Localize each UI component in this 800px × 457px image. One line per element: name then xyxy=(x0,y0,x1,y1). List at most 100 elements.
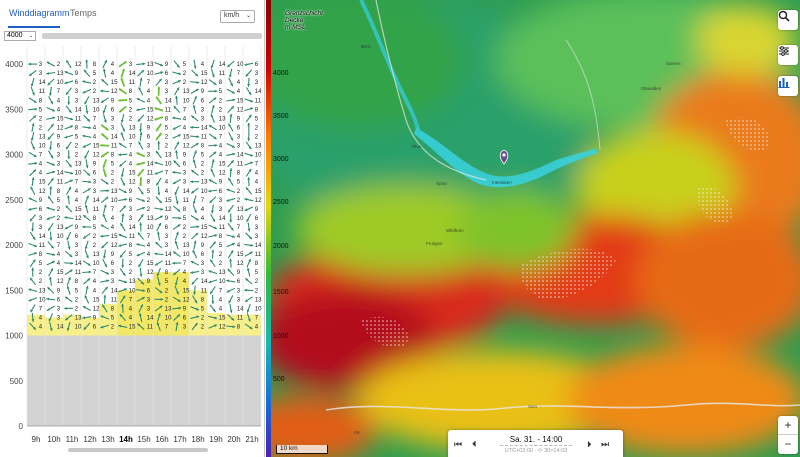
wind-arrow xyxy=(244,277,253,285)
wind-arrow xyxy=(137,168,145,177)
wind-arrow xyxy=(47,78,55,86)
wind-arrow xyxy=(155,132,163,141)
wind-speed-label: 2 xyxy=(57,207,61,213)
wind-arrow xyxy=(172,124,182,130)
wind-arrow xyxy=(118,98,128,102)
wind-arrow xyxy=(82,214,91,222)
wind-speed-label: 9 xyxy=(75,71,79,77)
wind-speed-label: 8 xyxy=(93,216,97,222)
tab-winddiagramm[interactable]: Winddiagramm xyxy=(8,8,70,28)
time-slider[interactable] xyxy=(500,445,572,447)
wind-speed-label: 5 xyxy=(147,189,151,195)
wind-arrow xyxy=(64,269,73,276)
wind-arrow xyxy=(226,287,236,293)
step-back-icon[interactable]: ⏴ xyxy=(472,439,477,450)
wind-speed-label: 12 xyxy=(129,180,136,186)
wind-arrow xyxy=(244,197,254,202)
wind-speed-label: 10 xyxy=(129,288,136,294)
wind-arrow xyxy=(84,195,89,205)
zoom-in-button[interactable]: + xyxy=(778,416,798,435)
wind-speed-label: 2 xyxy=(129,116,133,122)
map-place-label: Obwalden xyxy=(641,86,662,91)
zoom-control: + − xyxy=(778,416,798,454)
wind-arrow xyxy=(30,186,36,195)
wind-arrow xyxy=(208,97,217,104)
wind-arrow xyxy=(210,68,215,78)
wind-speed-label: 15 xyxy=(201,71,208,77)
wind-speed-label: 8 xyxy=(201,144,205,150)
wind-speed-label: 2 xyxy=(129,107,133,113)
skip-to-start-icon[interactable]: ⏮ xyxy=(454,439,462,450)
layer-settings-button[interactable] xyxy=(778,45,798,65)
wind-diagram-toggle-button[interactable] xyxy=(778,76,798,96)
wind-arrow xyxy=(67,240,71,250)
map-view[interactable]: 4000 3500 3000 2500 2000 1500 1000 500 Bern Thun… xyxy=(266,0,800,457)
wind-arrow xyxy=(229,213,233,223)
wind-arrow xyxy=(208,224,218,230)
wind-arrow xyxy=(119,268,126,277)
wind-speed-label: 12 xyxy=(75,62,82,68)
wind-arrow xyxy=(209,241,217,249)
wind-arrow xyxy=(244,296,253,303)
wind-speed-label: 3 xyxy=(165,243,169,249)
wind-diagram-chart: 0 500 1000 1500 2000 2500 3000 3500 4000 9h 10h 11h… xyxy=(0,44,265,457)
wind-speed-label: 7 xyxy=(183,261,187,267)
altitude-range-slider[interactable] xyxy=(42,33,262,39)
wind-arrow xyxy=(136,151,146,158)
wind-speed-label: 14 xyxy=(165,252,172,258)
wind-speed-label: 4 xyxy=(75,189,79,195)
wind-arrow xyxy=(100,97,109,104)
wind-arrow xyxy=(48,96,54,105)
y-tick-label: 2000 xyxy=(5,241,23,250)
wind-arrow xyxy=(82,232,91,240)
wind-speed-label: 2 xyxy=(75,306,79,312)
wind-speed-label: 11 xyxy=(165,261,172,267)
wind-arrow xyxy=(227,223,234,231)
search-button[interactable] xyxy=(778,10,798,30)
step-forward-icon[interactable]: ⏵ xyxy=(587,439,592,450)
wind-speed-label: 4 xyxy=(147,89,151,95)
zoom-out-button[interactable]: − xyxy=(778,435,798,454)
wind-speed-label: 6 xyxy=(75,80,79,86)
wind-arrow xyxy=(155,241,163,249)
wind-speed-label: 4 xyxy=(237,234,241,240)
wind-arrow xyxy=(29,277,36,286)
wind-arrow xyxy=(64,171,74,175)
wind-arrow xyxy=(192,249,198,259)
wind-speed-label: 11 xyxy=(39,89,46,95)
altitude-select[interactable]: 4000 ⌄ xyxy=(4,31,36,41)
wind-speed-label: 7 xyxy=(147,80,151,86)
wind-speed-label: 15 xyxy=(93,297,100,303)
wind-speed-label: 2 xyxy=(75,297,79,303)
wind-speed-label: 2 xyxy=(39,125,43,131)
wind-arrow xyxy=(30,141,36,150)
wind-arrow xyxy=(157,141,161,151)
unit-select[interactable]: km/h ⌄ xyxy=(220,10,255,23)
wind-arrow xyxy=(226,234,236,238)
horizontal-scrollbar[interactable] xyxy=(68,448,208,452)
wind-arrow xyxy=(119,222,126,232)
skip-to-end-icon[interactable]: ⏭ xyxy=(601,439,609,450)
current-time-label: Sa. 31. - 14:00 xyxy=(509,435,563,444)
wind-speed-label: 13 xyxy=(255,144,262,150)
wind-speed-label: 14 xyxy=(219,62,226,68)
wind-arrow xyxy=(66,285,71,295)
wind-arrow xyxy=(244,206,254,212)
wind-arrow xyxy=(28,207,38,211)
wind-arrow xyxy=(209,196,217,204)
wind-speed-label: 2 xyxy=(75,144,79,150)
wind-arrow xyxy=(174,186,180,196)
wind-speed-label: 6 xyxy=(165,71,169,77)
tab-temps[interactable]: Temps xyxy=(70,8,110,28)
wind-arrow xyxy=(154,215,164,221)
wind-speed-label: 5 xyxy=(165,125,169,131)
wind-arrow xyxy=(155,123,163,132)
terrain-map-canvas[interactable]: 4000 3500 3000 2500 2000 1500 1000 500 Bern Thun… xyxy=(266,0,800,457)
wind-speed-label: 12 xyxy=(147,116,154,122)
wind-arrow xyxy=(28,151,37,158)
y-tick-label: 4000 xyxy=(5,60,23,69)
wind-speed-label: 15 xyxy=(111,80,118,86)
wind-speed-label: 12 xyxy=(57,125,64,131)
wind-arrow xyxy=(190,169,199,176)
x-tick-label: 15h xyxy=(137,435,150,444)
